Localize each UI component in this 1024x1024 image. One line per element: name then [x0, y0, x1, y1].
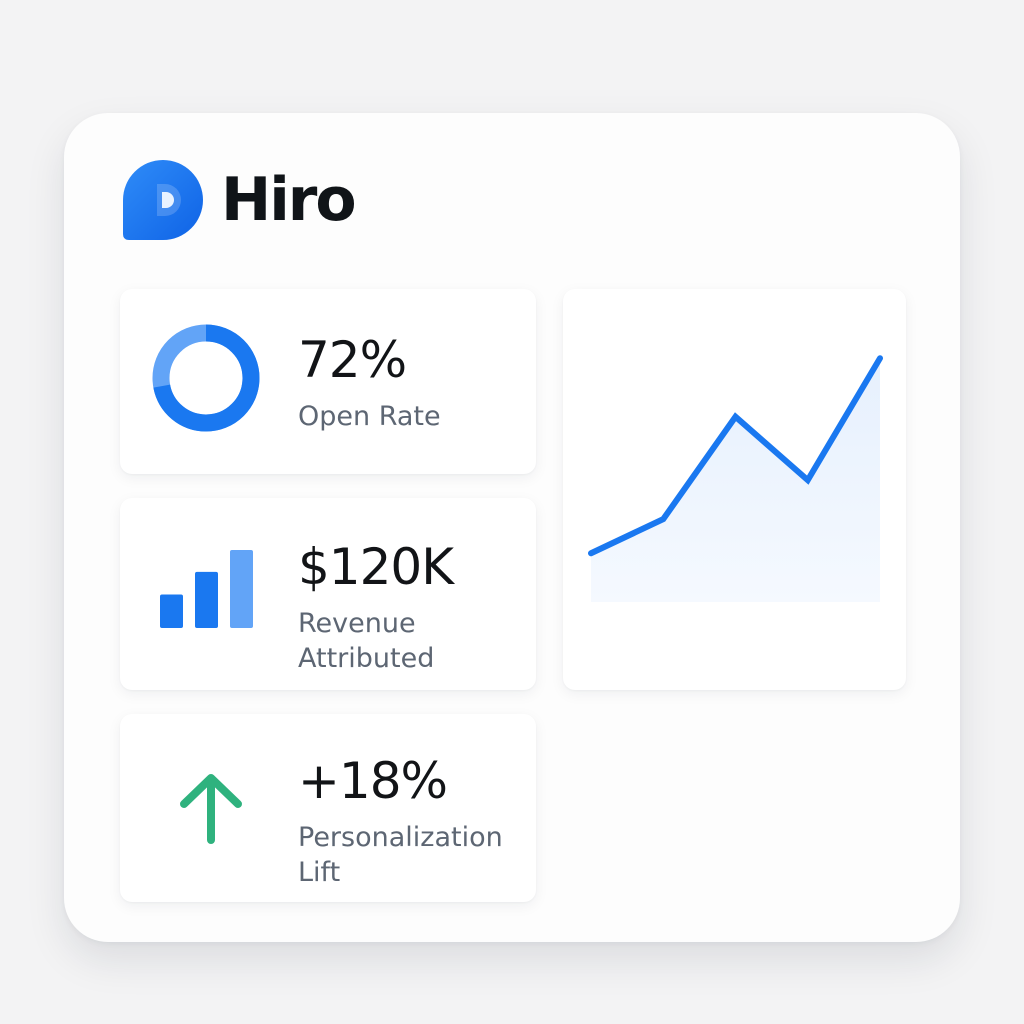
revenue-value: $120K: [298, 538, 454, 596]
revenue-text: $120K Revenue Attributed: [298, 538, 454, 676]
trend-chart-card[interactable]: [563, 289, 906, 690]
bar-icon-bar: [160, 594, 183, 628]
lift-text: +18% Personalization Lift: [298, 756, 503, 890]
bar-chart-icon: [160, 550, 253, 628]
open-rate-value: 72%: [298, 331, 407, 389]
arrow-up-icon: [180, 774, 242, 844]
brand-header: Hiro: [121, 158, 357, 242]
revenue-label: Revenue Attributed: [298, 606, 453, 676]
chat-bubble-d-logo-icon: [123, 160, 203, 240]
donut-chart-icon: [152, 324, 260, 432]
lift-label-line1: Personalization: [298, 822, 503, 853]
open-rate-card[interactable]: 72% Open Rate: [120, 289, 536, 474]
open-rate-text: 72% Open Rate: [298, 335, 441, 434]
open-rate-label: Open Rate: [298, 401, 441, 432]
bar-icon-bar: [230, 550, 253, 628]
trend-area-fill: [591, 358, 880, 602]
personalization-lift-card[interactable]: +18% Personalization Lift: [120, 714, 536, 902]
brand-name: Hiro: [221, 165, 357, 235]
revenue-label-line1: Revenue: [298, 608, 416, 639]
revenue-label-line2: Attributed: [298, 643, 435, 674]
bar-icon-bar: [195, 571, 218, 628]
lift-label: Personalization Lift: [298, 820, 503, 890]
lift-label-line2: Lift: [298, 857, 341, 888]
trend-line-chart: [588, 355, 883, 602]
lift-value: +18%: [298, 752, 448, 810]
revenue-card[interactable]: $120K Revenue Attributed: [120, 498, 536, 690]
